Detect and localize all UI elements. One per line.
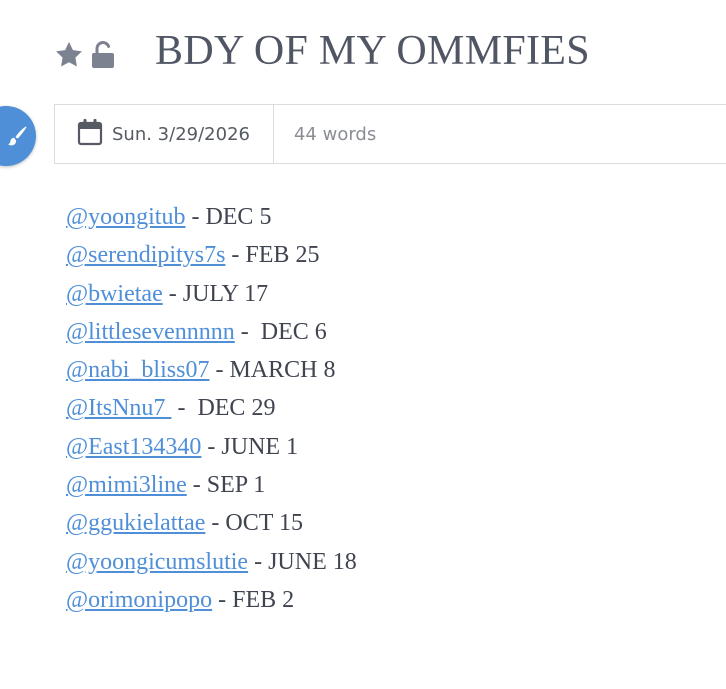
user-mention-link[interactable]: @ItsNnu7 bbox=[66, 395, 171, 421]
separator: - bbox=[201, 433, 222, 460]
user-mention-link[interactable]: @bwietae bbox=[66, 281, 163, 307]
list-item: @nabi_bliss07 - MARCH 8 bbox=[66, 351, 357, 389]
paintbrush-icon bbox=[8, 126, 27, 146]
separator: - bbox=[162, 280, 183, 307]
separator: - bbox=[205, 510, 226, 537]
entry-meta-bar: Sun. 3/29/2026 44 words bbox=[54, 104, 726, 164]
list-item: @yoongicumslutie - JUNE 18 bbox=[66, 543, 357, 581]
user-mention-link[interactable]: @mimi3line bbox=[66, 472, 187, 498]
separator: - bbox=[186, 472, 207, 499]
entry-date: Sun. 3/29/2026 bbox=[112, 123, 250, 145]
word-count: 44 words bbox=[293, 123, 377, 145]
list-item: @yoongitub - DEC 5 bbox=[66, 198, 357, 236]
birthday-date: FEB 25 bbox=[245, 242, 320, 269]
list-item: @littlesevennnnn - DEC 6 bbox=[66, 313, 357, 351]
separator: - bbox=[212, 586, 233, 613]
birthday-date: FEB 2 bbox=[232, 586, 295, 613]
user-mention-link[interactable]: @yoongitub bbox=[66, 204, 185, 230]
list-item: @East134340 - JUNE 1 bbox=[66, 428, 357, 466]
birthday-date: DEC 29 bbox=[197, 395, 276, 422]
calendar-icon bbox=[77, 118, 103, 151]
separator: - bbox=[185, 204, 206, 230]
user-mention-link[interactable]: @ggukielattae bbox=[66, 510, 205, 536]
user-mention-link[interactable]: @nabi_bliss07 bbox=[66, 357, 209, 383]
separator: - bbox=[171, 395, 198, 422]
list-item: @ItsNnu7 - DEC 29 bbox=[66, 389, 357, 427]
separator: - bbox=[225, 242, 246, 269]
user-mention-link[interactable]: @serendipitys7s bbox=[66, 242, 225, 268]
user-mention-link[interactable]: @East134340 bbox=[66, 434, 201, 460]
unlocked-lock-icon[interactable] bbox=[88, 38, 118, 72]
user-mention-link[interactable]: @yoongicumslutie bbox=[66, 549, 248, 575]
list-item: @orimonipopo - FEB 2 bbox=[66, 581, 357, 619]
edit-brush-button[interactable] bbox=[0, 106, 36, 166]
birthday-list: @yoongitub - DEC 5 @serendipitys7s - FEB… bbox=[66, 198, 357, 619]
birthday-date: MARCH 8 bbox=[229, 357, 336, 384]
list-item: @mimi3line - SEP 1 bbox=[66, 466, 357, 504]
list-item: @bwietae - JULY 17 bbox=[66, 275, 357, 313]
separator: - bbox=[234, 318, 261, 345]
entry-date-selector[interactable]: Sun. 3/29/2026 bbox=[55, 105, 274, 163]
page-title: BDY OF MY OMMFIES bbox=[155, 28, 590, 74]
user-mention-link[interactable]: @orimonipopo bbox=[66, 587, 212, 613]
birthday-date: SEP 1 bbox=[206, 472, 266, 499]
user-mention-link[interactable]: @littlesevennnnn bbox=[66, 319, 235, 345]
birthday-date: JULY 17 bbox=[182, 280, 269, 307]
birthday-date: DEC 5 bbox=[205, 204, 272, 230]
birthday-date: JUNE 18 bbox=[268, 548, 357, 575]
birthday-date: DEC 6 bbox=[260, 318, 327, 345]
entry-header bbox=[52, 30, 118, 80]
birthday-date: OCT 15 bbox=[225, 510, 303, 537]
star-icon[interactable] bbox=[52, 38, 86, 72]
list-item: @serendipitys7s - FEB 25 bbox=[66, 236, 357, 274]
separator: - bbox=[209, 357, 230, 384]
birthday-date: JUNE 1 bbox=[221, 433, 299, 460]
list-item: @ggukielattae - OCT 15 bbox=[66, 504, 357, 542]
separator: - bbox=[248, 548, 269, 575]
